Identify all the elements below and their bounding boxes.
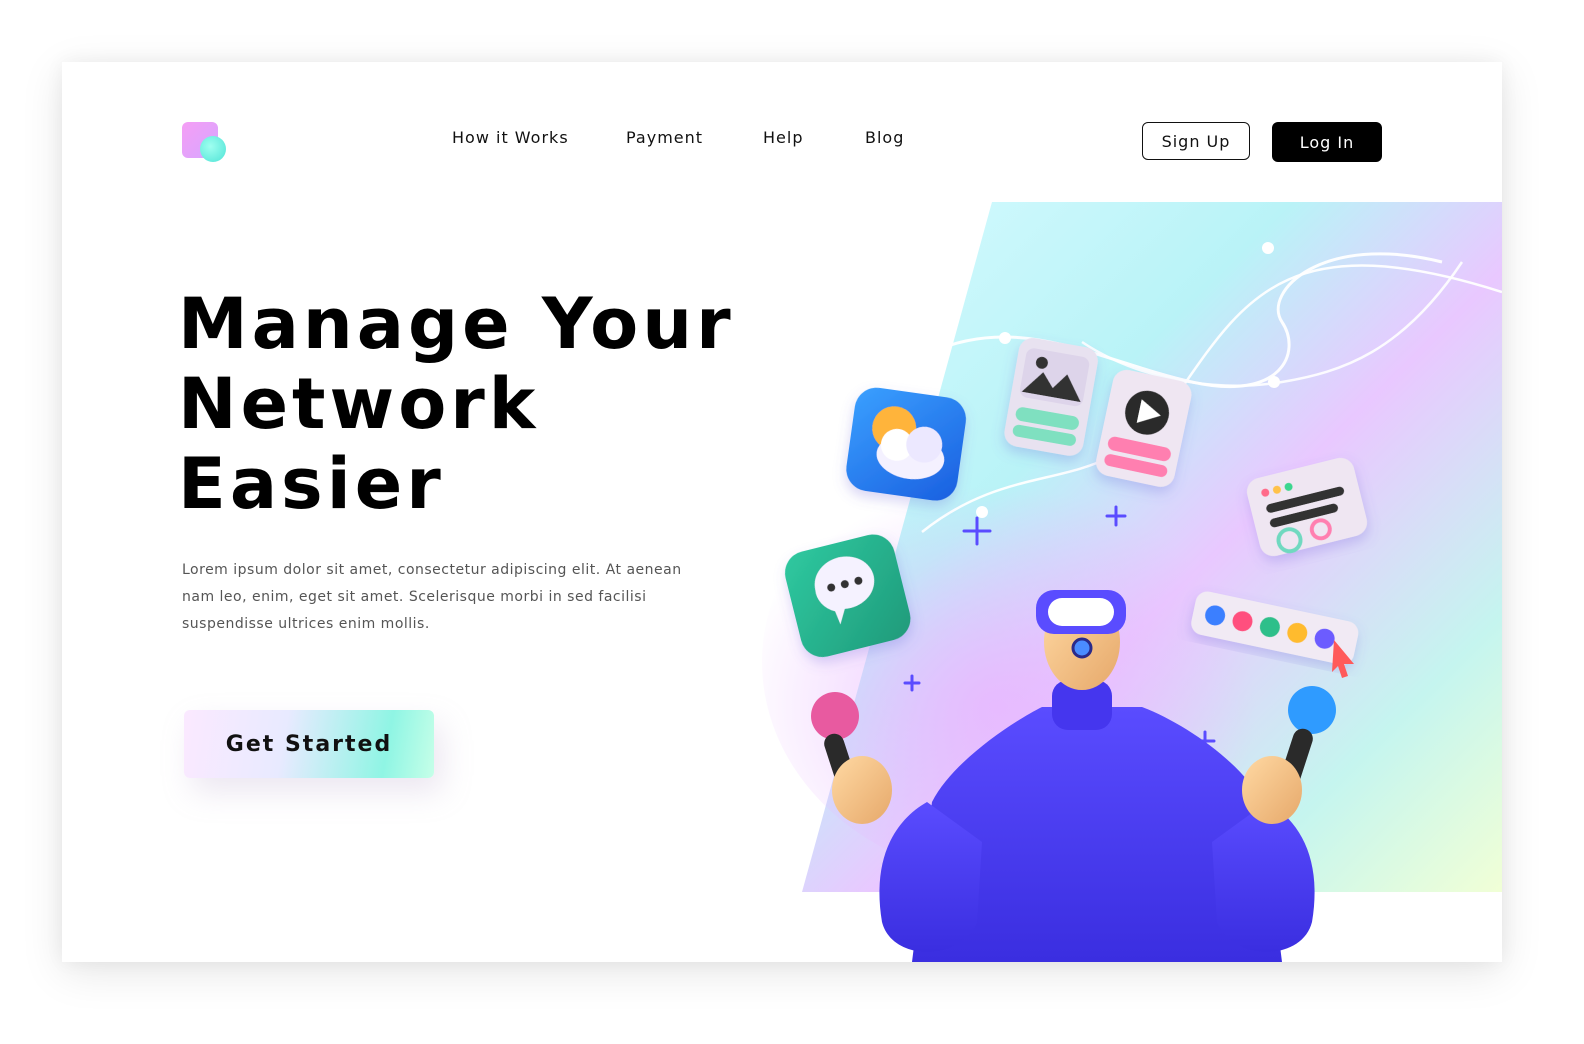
landing-page: How it Works Payment Help Blog Sign Up L… (62, 62, 1502, 962)
nav-help[interactable]: Help (763, 128, 803, 147)
headline-line-3: Easier (178, 443, 445, 525)
hero-description: Lorem ipsum dolor sit amet, consectetur … (182, 562, 682, 632)
weather-app-icon (846, 387, 966, 501)
headline-line-2: Network (178, 363, 540, 445)
nav-payment[interactable]: Payment (626, 128, 703, 147)
nav-how-it-works[interactable]: How it Works (452, 128, 569, 147)
get-started-button[interactable]: Get Started (184, 710, 434, 778)
nav-blog[interactable]: Blog (865, 128, 904, 147)
logo-icon[interactable] (182, 122, 228, 164)
hero-illustration (762, 202, 1502, 962)
headline-line-1: Manage Your (178, 283, 735, 365)
log-in-button[interactable]: Log In (1272, 122, 1382, 162)
hero-headline: Manage Your Network Easier (178, 284, 738, 524)
sign-up-button[interactable]: Sign Up (1142, 122, 1250, 160)
